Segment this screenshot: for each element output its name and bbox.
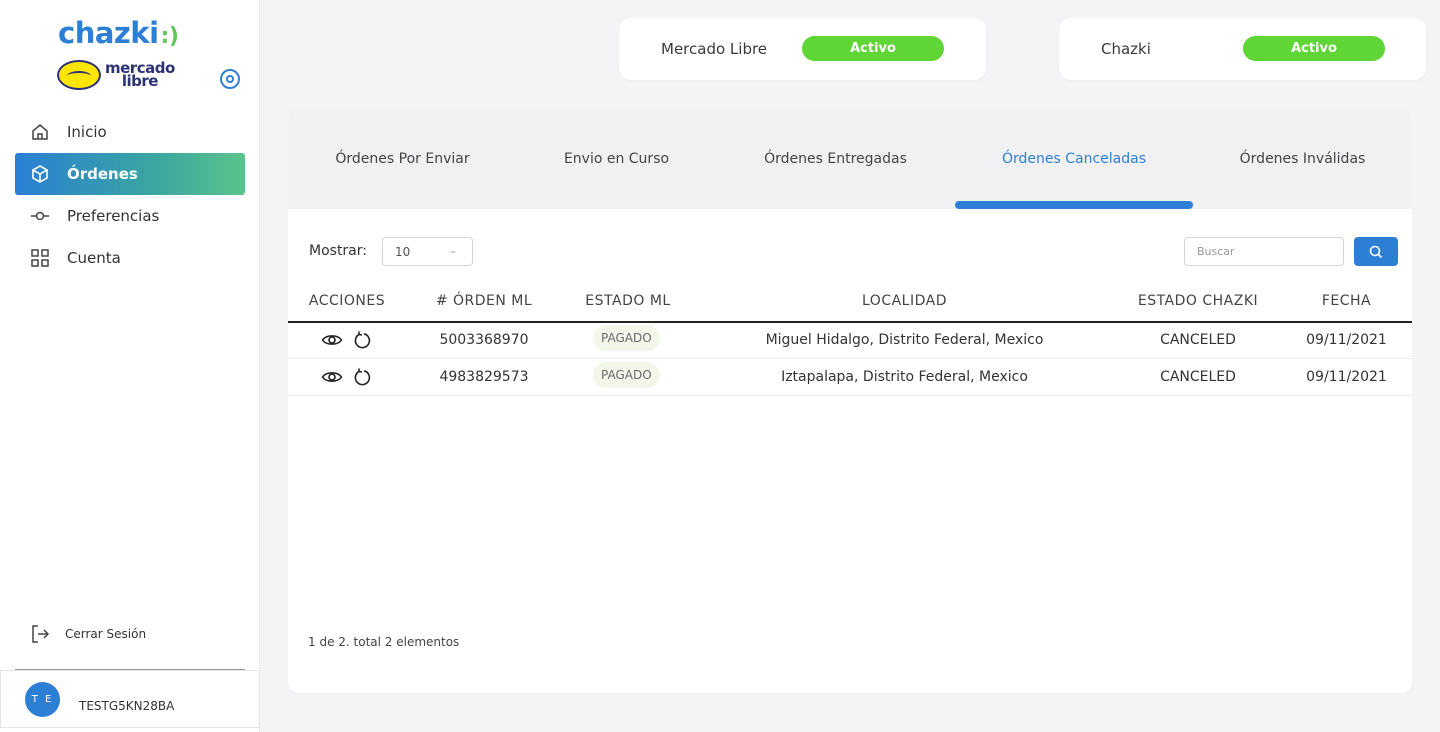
table-row: 5003368970 PAGADO Miguel Hidalgo, Distri… bbox=[288, 322, 1412, 359]
chevron-down-icon: ⌄ bbox=[449, 246, 457, 256]
refresh-icon[interactable] bbox=[352, 367, 374, 387]
status-badge: PAGADO bbox=[593, 325, 660, 351]
orders-tabs: Órdenes Por Enviar Envio en Curso Órdene… bbox=[288, 108, 1412, 209]
fecha: 09/11/2021 bbox=[1306, 369, 1387, 385]
user-profile[interactable]: T E TESTG5KN28BA bbox=[0, 670, 260, 728]
status-badge: Activo bbox=[1243, 36, 1385, 61]
sidebar-item-cuenta[interactable]: Cuenta bbox=[15, 237, 245, 279]
column-header-estado-chazki: ESTADO CHAZKI bbox=[1137, 293, 1259, 309]
column-header-fecha: FECHA bbox=[1321, 293, 1372, 309]
grid-icon bbox=[30, 248, 50, 268]
handshake-icon bbox=[57, 60, 101, 90]
logout-label: Cerrar Sesión bbox=[65, 627, 147, 641]
fecha: 09/11/2021 bbox=[1306, 332, 1387, 348]
search-input[interactable] bbox=[1184, 237, 1344, 266]
sidebar-nav: Inicio Órdenes Preferencias Cuenta bbox=[15, 111, 245, 279]
eye-icon[interactable] bbox=[321, 330, 343, 350]
search-button[interactable] bbox=[1354, 237, 1398, 266]
logout-button[interactable]: Cerrar Sesión bbox=[30, 623, 146, 645]
orders-panel: Órdenes Por Enviar Envio en Curso Órdene… bbox=[288, 108, 1412, 693]
mercado-libre-logo: mercado libre bbox=[57, 60, 175, 90]
estado-chazki: CANCELED bbox=[1160, 332, 1236, 348]
status-card-mercado-libre: Mercado Libre Activo bbox=[619, 18, 986, 80]
tab-envio-en-curso[interactable]: Envio en Curso bbox=[517, 108, 716, 209]
status-card-chazki: Chazki Activo bbox=[1059, 18, 1426, 80]
chazki-logo-text: chazki bbox=[58, 16, 159, 50]
slider-icon bbox=[30, 206, 50, 226]
box-icon bbox=[30, 164, 50, 184]
tab-canceladas[interactable]: Órdenes Canceladas bbox=[955, 108, 1193, 209]
sidebar-item-label: Cuenta bbox=[67, 249, 121, 267]
sidebar-item-label: Inicio bbox=[67, 123, 107, 141]
avatar: T E bbox=[25, 682, 60, 717]
table-row: 4983829573 PAGADO Iztapalapa, Distrito F… bbox=[288, 359, 1412, 396]
chazki-logo: chazki:) bbox=[58, 16, 179, 50]
tab-entregadas[interactable]: Órdenes Entregadas bbox=[716, 108, 955, 209]
tab-por-enviar[interactable]: Órdenes Por Enviar bbox=[288, 108, 517, 209]
logout-icon bbox=[30, 623, 50, 645]
mercado-libre-logo-text: mercado libre bbox=[105, 61, 175, 89]
sidebar-item-label: Órdenes bbox=[67, 165, 138, 183]
localidad: Miguel Hidalgo, Distrito Federal, Mexico bbox=[765, 332, 1044, 348]
page-size-value: 10 bbox=[395, 244, 411, 259]
estado-chazki: CANCELED bbox=[1160, 369, 1236, 385]
column-header-acciones: ACCIONES bbox=[308, 293, 386, 309]
order-number: 4983829573 bbox=[439, 369, 529, 385]
status-card-name: Mercado Libre bbox=[661, 40, 768, 58]
refresh-icon[interactable] bbox=[352, 330, 374, 350]
sidebar-item-label: Preferencias bbox=[67, 207, 160, 225]
home-icon bbox=[30, 122, 50, 142]
pagination-summary: 1 de 2. total 2 elementos bbox=[308, 635, 460, 649]
page-size-label: Mostrar: bbox=[309, 243, 367, 259]
status-badge: PAGADO bbox=[593, 362, 660, 388]
column-header-localidad: LOCALIDAD bbox=[862, 293, 947, 309]
sidebar-item-preferencias[interactable]: Preferencias bbox=[15, 195, 245, 237]
status-badge: Activo bbox=[802, 36, 944, 61]
tab-invalidas[interactable]: Órdenes Inválidas bbox=[1193, 108, 1412, 209]
page-size-select[interactable]: 10 ⌄ bbox=[382, 237, 473, 266]
column-header-estado-ml: ESTADO ML bbox=[585, 293, 671, 309]
search-icon bbox=[1369, 245, 1383, 258]
username: TESTG5KN28BA bbox=[79, 699, 175, 713]
sidebar-item-ordenes[interactable]: Órdenes bbox=[15, 153, 245, 195]
eye-icon[interactable] bbox=[321, 367, 343, 387]
sidebar-item-inicio[interactable]: Inicio bbox=[15, 111, 245, 153]
order-number: 5003368970 bbox=[439, 332, 529, 348]
status-card-name: Chazki bbox=[1101, 40, 1151, 58]
chazki-logo-smile: :) bbox=[160, 24, 179, 49]
active-tab-indicator bbox=[955, 201, 1193, 209]
column-header-orden: # ÓRDEN ML bbox=[435, 293, 533, 309]
sidebar: chazki:) mercado libre Inicio Órdenes Pr… bbox=[0, 0, 260, 732]
localidad: Iztapalapa, Distrito Federal, Mexico bbox=[781, 369, 1028, 385]
target-icon[interactable] bbox=[220, 69, 240, 89]
